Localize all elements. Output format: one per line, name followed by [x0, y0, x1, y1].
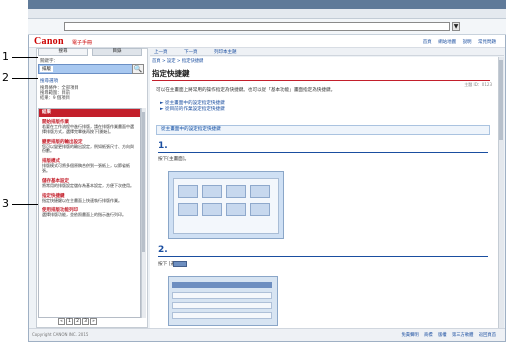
manual-title: 電子手冊	[72, 40, 93, 46]
callout-1-line	[12, 57, 38, 58]
step-text: 按下[主畫面]。	[158, 157, 190, 162]
title-divider	[152, 80, 490, 81]
address-dropdown-button[interactable]: ▼	[452, 22, 460, 31]
screen-tile	[178, 185, 198, 198]
results-header: 結果	[39, 109, 140, 117]
nav-next-button[interactable]: 下一頁	[184, 49, 198, 55]
topic-links: ► 從主畫面中的設定指定快捷鍵 ► 從目前的作業設定指定快捷鍵	[160, 101, 225, 113]
footer-link[interactable]: 版權	[438, 333, 447, 338]
screen-tile	[178, 203, 198, 216]
nav-print-button[interactable]: 列印本主題	[214, 49, 237, 55]
screen-tile	[202, 185, 222, 198]
result-snippet: 排版模式可將多個原稿合併到一張紙上，以節省紙張。	[42, 163, 130, 173]
browser-toolbar	[28, 9, 506, 19]
search-term[interactable]: 排版	[40, 66, 53, 72]
menu-button-icon	[173, 261, 187, 267]
breadcrumb[interactable]: 首頁 > 設定 > 指定快捷鍵	[152, 58, 203, 64]
footer-links: 免責聲明 商標 版權 第三方軟體 返回頁首	[397, 332, 496, 338]
step-divider	[158, 256, 488, 257]
intro-text: 可以在主畫面上將常用的操作指定為快捷鍵。也可以從「基本功能」畫面指定為快捷鍵。	[156, 88, 336, 93]
step-number: 2.	[158, 245, 168, 255]
result-item[interactable]: 開始排版作業 若要在工作流程中進行排版，請在排版作業畫面中選擇排版方式，選擇完畢…	[42, 119, 137, 135]
results-pager: «1 2 3»	[58, 318, 98, 325]
footer-link[interactable]: 第三方軟體	[452, 333, 473, 338]
screen-tile	[250, 203, 270, 216]
header-link-help[interactable]: 說明	[463, 40, 472, 45]
tab-contents[interactable]: 目錄	[92, 48, 142, 56]
screen-tile	[226, 185, 246, 198]
copyright: Copyright CANON INC. 2015	[32, 332, 89, 337]
footer-link[interactable]: 免責聲明	[401, 333, 418, 338]
section-header: 從主畫面中的設定指定快捷鍵	[156, 125, 490, 135]
pager-page-button[interactable]: 3	[82, 318, 89, 325]
search-button[interactable]: 🔍	[132, 64, 144, 74]
canon-logo: Canon	[34, 36, 64, 47]
result-item[interactable]: 儲存基本設定 將常用的排版設定儲存為基本設定，方便下次使用。	[42, 178, 137, 189]
callout-3-line	[12, 204, 38, 205]
step-divider	[158, 152, 488, 153]
screen-tile	[226, 203, 246, 216]
search-input[interactable]	[38, 64, 138, 74]
tab-search[interactable]: 搜尋	[38, 48, 88, 56]
screen-row	[172, 292, 272, 299]
result-item[interactable]: 變更排版的輸出設定 您可以變更排版的輸出設定，例如紙張尺寸、方向與份數。	[42, 139, 137, 155]
header-link-faq[interactable]: 常見問題	[478, 40, 496, 45]
content-scrollbar-thumb[interactable]	[499, 60, 503, 140]
pager-page-button[interactable]: 1	[66, 318, 73, 325]
callout-1: 1	[2, 50, 9, 63]
pager-page-button[interactable]: 2	[74, 318, 81, 325]
screen-row	[172, 312, 272, 319]
search-options-link[interactable]: 搜尋選項	[40, 78, 58, 84]
step-number: 1.	[158, 141, 168, 151]
result-item[interactable]: 指定快捷鍵 指定快捷鍵以在主畫面上快速執行排版作業。	[42, 193, 137, 204]
result-snippet: 指定快捷鍵以在主畫面上快速執行排版作業。	[42, 197, 122, 203]
search-info-line: 結果：9 個項目	[40, 96, 70, 101]
footer-link[interactable]: 返回頁首	[479, 333, 496, 338]
result-item[interactable]: 排版模式 排版模式可將多個原稿合併到一張紙上，以節省紙張。	[42, 158, 137, 174]
pager-first-button[interactable]: «	[58, 318, 65, 325]
result-snippet: 將常用的排版設定儲存為基本設定，方便下次使用。	[42, 182, 134, 188]
nav-prev-button[interactable]: 上一頁	[154, 49, 168, 55]
result-snippet: 您可以變更排版的輸出設定，例如紙張尺寸、方向與份數。	[42, 143, 134, 154]
search-info: 搜尋條件：全部項目 搜尋範圍：目前 結果：9 個項目	[40, 86, 79, 101]
result-snippet: 選擇排版功能，並依照畫面上的指示進行列印。	[42, 212, 126, 218]
header-link-sitemap[interactable]: 網站地圖	[438, 40, 456, 45]
screen-row	[172, 302, 272, 309]
results-scrollbar-thumb[interactable]	[142, 112, 145, 252]
header-links: 首頁 網站地圖 說明 常見問題	[418, 39, 496, 45]
callout-2: 2	[2, 71, 9, 84]
header-link-home[interactable]: 首頁	[423, 40, 432, 45]
footer-link[interactable]: 商標	[424, 333, 433, 338]
window-titlebar	[28, 0, 506, 9]
result-item[interactable]: 使用排版功能列印 選擇排版功能，並依照畫面上的指示進行列印。	[42, 207, 137, 218]
result-snippet: 若要在工作流程中進行排版，請在排版作業畫面中選擇排版方式，選擇完畢後再按下[開始…	[42, 124, 134, 134]
pager-next-button[interactable]: »	[90, 318, 97, 325]
callout-2-line	[12, 78, 38, 79]
topic-navbar: 上一頁 下一頁 列印本主題	[150, 48, 504, 56]
screen-tile	[202, 203, 222, 216]
screen-tile	[250, 185, 270, 198]
callout-3: 3	[2, 197, 9, 210]
screen-titlebar	[172, 282, 272, 288]
search-results-list: 結果 開始排版作業 若要在工作流程中進行排版，請在排版作業畫面中選擇排版方式，選…	[38, 108, 141, 318]
address-input[interactable]	[64, 22, 450, 31]
page-title: 指定快捷鍵	[152, 69, 190, 78]
topic-link[interactable]: ► 從目前的作業設定指定快捷鍵	[160, 107, 225, 113]
